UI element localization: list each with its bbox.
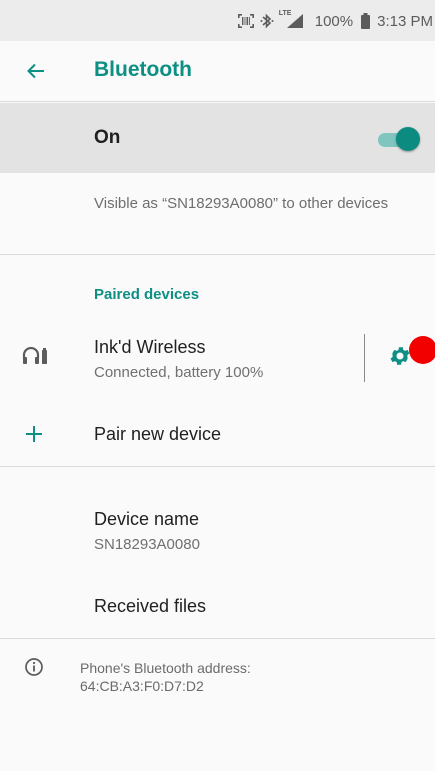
headset-battery-icon [22,346,48,366]
app-bar: Bluetooth [0,41,435,101]
bluetooth-address-label: Phone's Bluetooth address: [80,660,251,676]
received-files-label: Received files [94,596,207,616]
page-title: Bluetooth [94,58,192,81]
battery-icon [357,11,373,31]
visibility-text: Visible as “SN18293A0080” to other devic… [94,195,389,212]
clock: 3:13 PM [377,12,433,30]
device-name-value: SN18293A0080 [94,536,200,553]
touch-marker [409,336,435,364]
toggle-thumb [396,127,420,151]
plus-icon [26,426,42,442]
bluetooth-master-switch-row[interactable]: On [0,103,435,173]
master-switch-label: On [94,127,121,148]
received-files-row[interactable]: Received files [0,580,435,636]
device-status-label: Connected, battery 100% [94,364,264,381]
barcode-scanner-icon [235,11,257,31]
bluetooth-toggle[interactable] [374,127,420,151]
bluetooth-settings-screen: LTE 100% 3:13 PM Bluetooth On Visible as… [0,0,435,771]
visibility-divider [0,254,435,255]
info-icon [24,657,44,677]
arrow-back-icon [27,63,44,79]
settings-separator [364,334,365,382]
device-name-row[interactable]: Device name SN18293A0080 [0,498,435,564]
back-button[interactable] [22,57,50,85]
lte-signal-icon: LTE [277,10,307,31]
pair-new-device-row[interactable]: Pair new device [0,405,435,463]
status-bar: LTE 100% 3:13 PM [0,0,435,41]
status-icons: LTE 100% 3:13 PM [235,10,435,31]
network-label: LTE [278,10,292,17]
paired-device-row[interactable]: Ink'd Wireless Connected, battery 100% [0,325,435,391]
app-bar-divider [0,101,435,102]
paired-devices-header: Paired devices [94,286,200,303]
pair-new-device-label: Pair new device [94,424,222,444]
footer-divider [0,638,435,639]
bluetooth-address-value: 64:CB:A3:F0:D7:D2 [80,678,204,694]
device-name-title: Device name [94,509,200,529]
battery-percent: 100% [314,12,354,30]
paired-section-divider [0,466,435,467]
bluetooth-icon [257,11,277,31]
device-name-label: Ink'd Wireless [94,337,206,357]
bluetooth-address-text: Phone's Bluetooth address: 64:CB:A3:F0:D… [80,659,251,695]
